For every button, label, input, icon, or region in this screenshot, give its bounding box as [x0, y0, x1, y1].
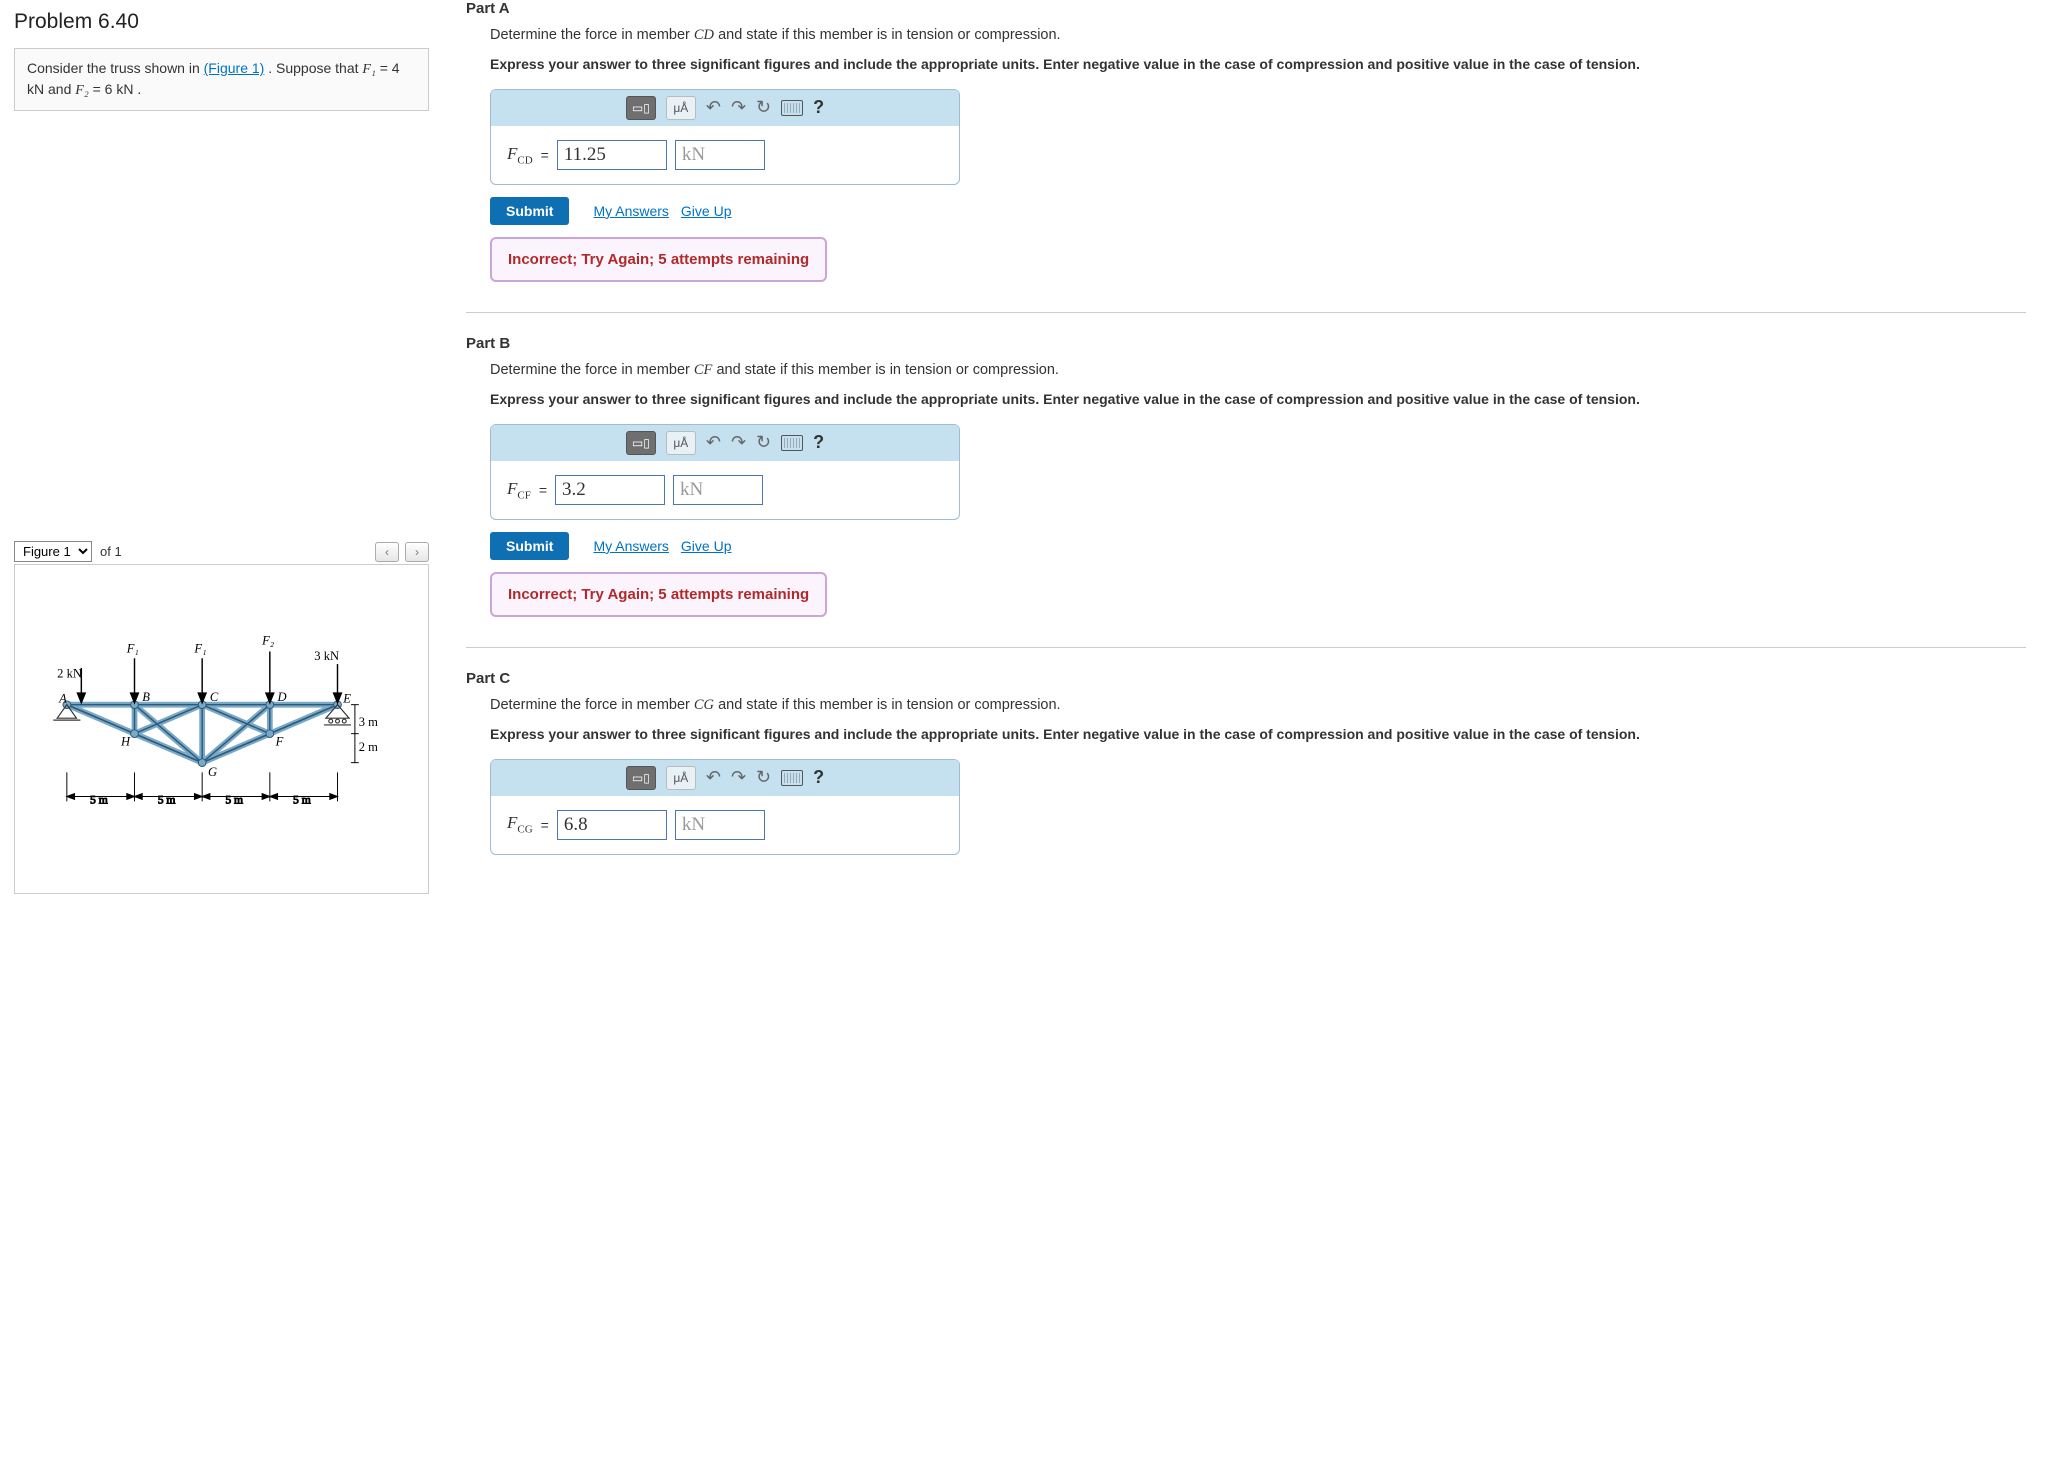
joint-label: D: [277, 690, 287, 704]
dim-label: 5 m: [90, 793, 108, 806]
dim-label: 5 m: [293, 793, 311, 806]
answer-toolbar: ▭▯ μÅ ↶ ↷ ↻ ?: [491, 760, 959, 796]
dim-label: 5 m: [158, 793, 176, 806]
templates-icon[interactable]: ▭▯: [626, 431, 656, 455]
dim-label: 5 m: [225, 793, 243, 806]
force-label: F₂: [261, 634, 275, 648]
dim-label: 2 m: [359, 740, 378, 754]
reset-icon[interactable]: ↻: [756, 432, 771, 453]
answer-toolbar: ▭▯ μÅ ↶ ↷ ↻ ?: [491, 425, 959, 461]
joint-label: E: [342, 692, 351, 706]
answer-box: ▭▯ μÅ ↶ ↷ ↻ ? FCF =: [490, 424, 960, 520]
load-label: 2 kN: [57, 667, 82, 681]
unit-input[interactable]: [675, 140, 765, 170]
my-answers-link[interactable]: My Answers: [593, 203, 668, 219]
templates-icon[interactable]: ▭▯: [626, 766, 656, 790]
problem-title: Problem 6.40: [14, 10, 429, 34]
variable-label: FCF: [507, 479, 531, 501]
reset-icon[interactable]: ↻: [756, 767, 771, 788]
var-f2: F₂: [75, 83, 88, 98]
figure-panel: 2 kN F₁ F₁ F₂ 3 kN A B C D E H G F 3 m 2…: [14, 564, 429, 894]
joint-label: B: [142, 690, 150, 704]
give-up-link[interactable]: Give Up: [681, 538, 732, 554]
answer-hint: Express your answer to three significant…: [490, 390, 2026, 410]
figure-link[interactable]: (Figure 1): [204, 60, 265, 76]
desc-text: and: [44, 81, 75, 97]
keyboard-icon[interactable]: [781, 770, 803, 786]
help-icon[interactable]: ?: [813, 767, 824, 788]
give-up-link[interactable]: Give Up: [681, 203, 732, 219]
units-icon[interactable]: μÅ: [666, 431, 696, 455]
question-text: Determine the force in member CG and sta…: [490, 695, 2026, 715]
part-title: Part B: [466, 335, 2026, 352]
joint-label: A: [58, 692, 67, 706]
var-f1: F₁: [362, 62, 375, 77]
variable-label: FCG: [507, 813, 533, 835]
figure-next-button[interactable]: ›: [405, 542, 429, 562]
feedback-message: Incorrect; Try Again; 5 attempts remaini…: [490, 237, 827, 282]
value-input[interactable]: [557, 810, 667, 840]
force-label: F₁: [126, 642, 139, 656]
redo-icon[interactable]: ↷: [731, 97, 746, 118]
part-a: Part A Determine the force in member CD …: [466, 0, 2026, 282]
desc-text: = 4: [376, 60, 400, 76]
separator: [466, 647, 2026, 648]
question-text: Determine the force in member CF and sta…: [490, 360, 2026, 380]
equals: =: [541, 817, 549, 833]
undo-icon[interactable]: ↶: [706, 767, 721, 788]
variable-label: FCD: [507, 144, 533, 166]
unit-input[interactable]: [673, 475, 763, 505]
redo-icon[interactable]: ↷: [731, 432, 746, 453]
submit-button[interactable]: Submit: [490, 532, 569, 560]
load-label: 3 kN: [314, 649, 339, 663]
answer-toolbar: ▭▯ μÅ ↶ ↷ ↻ ?: [491, 90, 959, 126]
unit-input[interactable]: [675, 810, 765, 840]
keyboard-icon[interactable]: [781, 100, 803, 116]
truss-diagram: 2 kN F₁ F₁ F₂ 3 kN A B C D E H G F 3 m 2…: [21, 579, 422, 869]
value-input[interactable]: [557, 140, 667, 170]
answer-hint: Express your answer to three significant…: [490, 55, 2026, 75]
dim-label: 3 m: [359, 715, 378, 729]
reset-icon[interactable]: ↻: [756, 97, 771, 118]
joint-label: C: [210, 690, 219, 704]
unit: kN: [27, 81, 44, 97]
unit: kN: [116, 81, 133, 97]
separator: [466, 312, 2026, 313]
help-icon[interactable]: ?: [813, 432, 824, 453]
value-input[interactable]: [555, 475, 665, 505]
undo-icon[interactable]: ↶: [706, 97, 721, 118]
figure-count: of 1: [100, 544, 122, 559]
joint-label: H: [120, 734, 131, 748]
help-icon[interactable]: ?: [813, 97, 824, 118]
templates-icon[interactable]: ▭▯: [626, 96, 656, 120]
equals: =: [541, 147, 549, 163]
equals: =: [539, 482, 547, 498]
keyboard-icon[interactable]: [781, 435, 803, 451]
desc-text: . Suppose that: [264, 60, 362, 76]
answer-hint: Express your answer to three significant…: [490, 725, 2026, 745]
part-b: Part B Determine the force in member CF …: [466, 335, 2026, 617]
part-title: Part A: [466, 0, 2026, 17]
joint-label: F: [275, 734, 284, 748]
joint-label: G: [208, 765, 217, 779]
redo-icon[interactable]: ↷: [731, 767, 746, 788]
units-icon[interactable]: μÅ: [666, 766, 696, 790]
part-title: Part C: [466, 670, 2026, 687]
desc-text: = 6: [89, 81, 117, 97]
figure-prev-button[interactable]: ‹: [375, 542, 399, 562]
part-c: Part C Determine the force in member CG …: [466, 670, 2026, 865]
units-icon[interactable]: μÅ: [666, 96, 696, 120]
undo-icon[interactable]: ↶: [706, 432, 721, 453]
force-label: F₁: [193, 642, 206, 656]
answer-box: ▭▯ μÅ ↶ ↷ ↻ ? FCG =: [490, 759, 960, 855]
figure-select[interactable]: Figure 1: [14, 541, 92, 562]
desc-text: Consider the truss shown in: [27, 60, 204, 76]
feedback-message: Incorrect; Try Again; 5 attempts remaini…: [490, 572, 827, 617]
problem-description: Consider the truss shown in (Figure 1) .…: [14, 48, 429, 111]
submit-button[interactable]: Submit: [490, 197, 569, 225]
my-answers-link[interactable]: My Answers: [593, 538, 668, 554]
question-text: Determine the force in member CD and sta…: [490, 25, 2026, 45]
answer-box: ▭▯ μÅ ↶ ↷ ↻ ? FCD =: [490, 89, 960, 185]
desc-text: .: [133, 81, 141, 97]
